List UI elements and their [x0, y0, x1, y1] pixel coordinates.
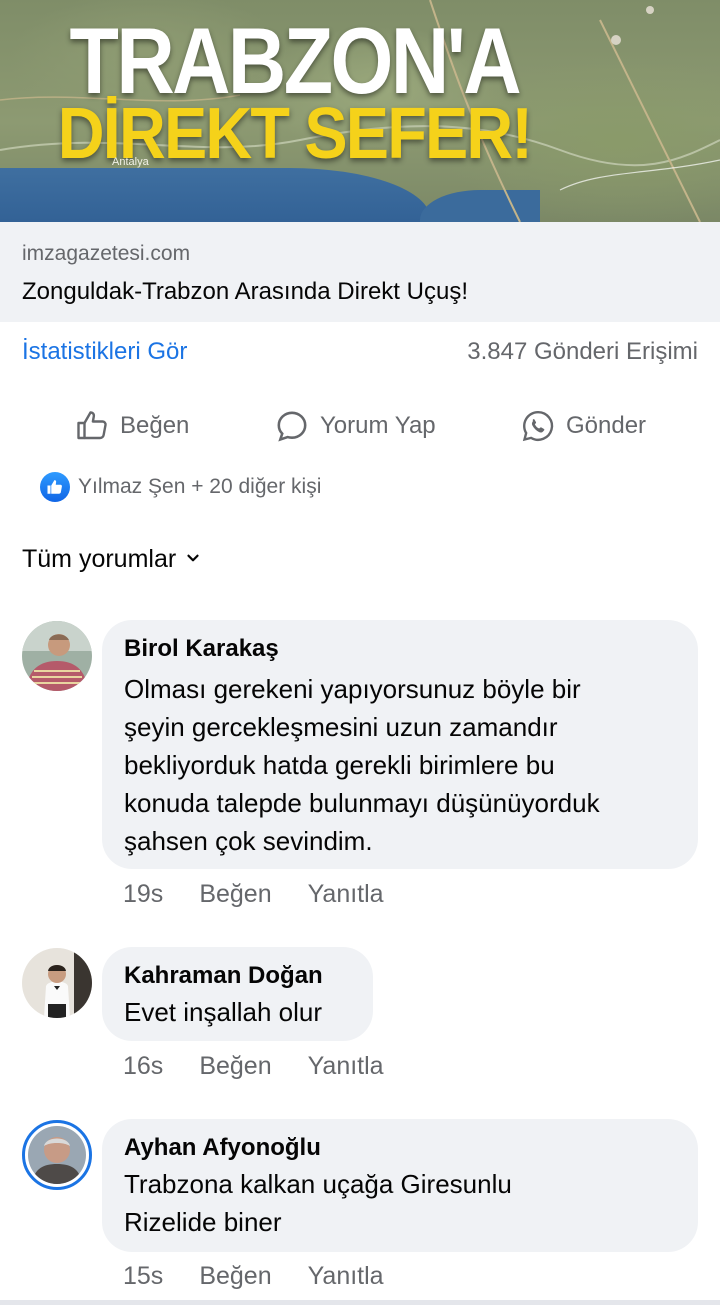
chevron-down-icon	[184, 545, 202, 574]
comment-filter-dropdown[interactable]: Tüm yorumlar	[22, 545, 202, 574]
comment-button[interactable]: Yorum Yap	[274, 404, 436, 448]
person-photo-icon	[28, 1126, 86, 1184]
preview-subheadline: DİREKT SEFER!	[57, 94, 533, 174]
bottom-divider	[0, 1300, 720, 1305]
comment-bubble[interactable]: Kahraman Doğan Evet inşallah olur	[102, 947, 373, 1041]
comment-like-button[interactable]: Beğen	[199, 1262, 271, 1291]
comment-text-line: Trabzona kalkan uçağa Giresunlu	[124, 1169, 512, 1199]
whatsapp-icon	[520, 408, 556, 444]
comment-author[interactable]: Ayhan Afyonoğlu	[124, 1133, 676, 1163]
like-button[interactable]: Beğen	[74, 404, 189, 448]
comment-reply-button[interactable]: Yanıtla	[308, 880, 384, 909]
link-preview-image[interactable]: TRABZON'A DİREKT SEFER! Antalya	[0, 0, 720, 222]
send-button-label: Gönder	[566, 412, 647, 439]
comment-reply-button[interactable]: Yanıtla	[308, 1052, 384, 1081]
comment-reply-button[interactable]: Yanıtla	[308, 1262, 384, 1291]
avatar[interactable]	[22, 948, 92, 1018]
comment-text-line: Olması gerekeni yapıyorsunuz böyle bir	[124, 674, 581, 704]
comment-timestamp[interactable]: 15s	[123, 1262, 163, 1291]
comment-like-button[interactable]: Beğen	[199, 1052, 271, 1081]
avatar[interactable]	[22, 621, 92, 691]
thumbs-up-icon	[74, 408, 110, 444]
comment-text-line: konuda talepde bulunmayı düşünüyorduk	[124, 788, 600, 818]
comment-text-line: bekliyorduk hatda gerekli birimlere bu	[124, 750, 555, 780]
comment-text: Evet inşallah olur	[124, 993, 351, 1031]
like-reaction-icon	[40, 472, 70, 502]
comment-text-line: şeyin gercekleşmesini uzun zamandır	[124, 712, 558, 742]
comment-text-line: Rizelide biner	[124, 1207, 282, 1237]
comment-author[interactable]: Kahraman Doğan	[124, 961, 351, 991]
reactions-summary[interactable]: Yılmaz Şen + 20 diğer kişi	[40, 472, 321, 502]
person-photo-icon	[22, 621, 92, 691]
comment-text-line: Evet inşallah olur	[124, 997, 322, 1027]
link-preview-meta[interactable]: imzagazetesi.com Zonguldak-Trabzon Arası…	[0, 222, 720, 322]
comment-actions: 15s Beğen Yanıtla	[123, 1262, 384, 1291]
like-button-label: Beğen	[120, 412, 190, 439]
comment-actions: 16s Beğen Yanıtla	[123, 1052, 384, 1081]
comment-timestamp[interactable]: 19s	[123, 880, 163, 909]
link-title[interactable]: Zonguldak-Trabzon Arasında Direkt Uçuş!	[22, 278, 468, 306]
comment-author[interactable]: Birol Karakaş	[124, 634, 676, 664]
comment-text: Trabzona kalkan uçağa Giresunlu Rizelide…	[124, 1165, 676, 1241]
post-reach-count: 3.847 Gönderi Erişimi	[467, 338, 698, 365]
comment-actions: 19s Beğen Yanıtla	[123, 880, 384, 909]
comment-timestamp[interactable]: 16s	[123, 1052, 163, 1081]
map-city-label: Antalya	[112, 156, 149, 168]
link-domain: imzagazetesi.com	[22, 242, 191, 265]
person-photo-icon	[22, 948, 92, 1018]
comment-bubble[interactable]: Birol Karakaş Olması gerekeni yapıyorsun…	[102, 620, 698, 869]
comment-like-button[interactable]: Beğen	[199, 880, 271, 909]
comment-bubble-icon	[274, 408, 310, 444]
comment-filter-label: Tüm yorumlar	[22, 545, 177, 573]
comment-button-label: Yorum Yap	[320, 412, 436, 439]
send-button[interactable]: Gönder	[520, 404, 646, 448]
comment-bubble[interactable]: Ayhan Afyonoğlu Trabzona kalkan uçağa Gi…	[102, 1119, 698, 1252]
comment-text-line: şahsen çok sevindim.	[124, 826, 373, 856]
avatar-with-story-ring[interactable]	[22, 1120, 92, 1190]
reactions-summary-text: Yılmaz Şen + 20 diğer kişi	[78, 475, 322, 498]
comment-text: Olması gerekeni yapıyorsunuz böyle bir ş…	[124, 670, 676, 860]
view-insights-link[interactable]: İstatistikleri Gör	[22, 338, 187, 366]
